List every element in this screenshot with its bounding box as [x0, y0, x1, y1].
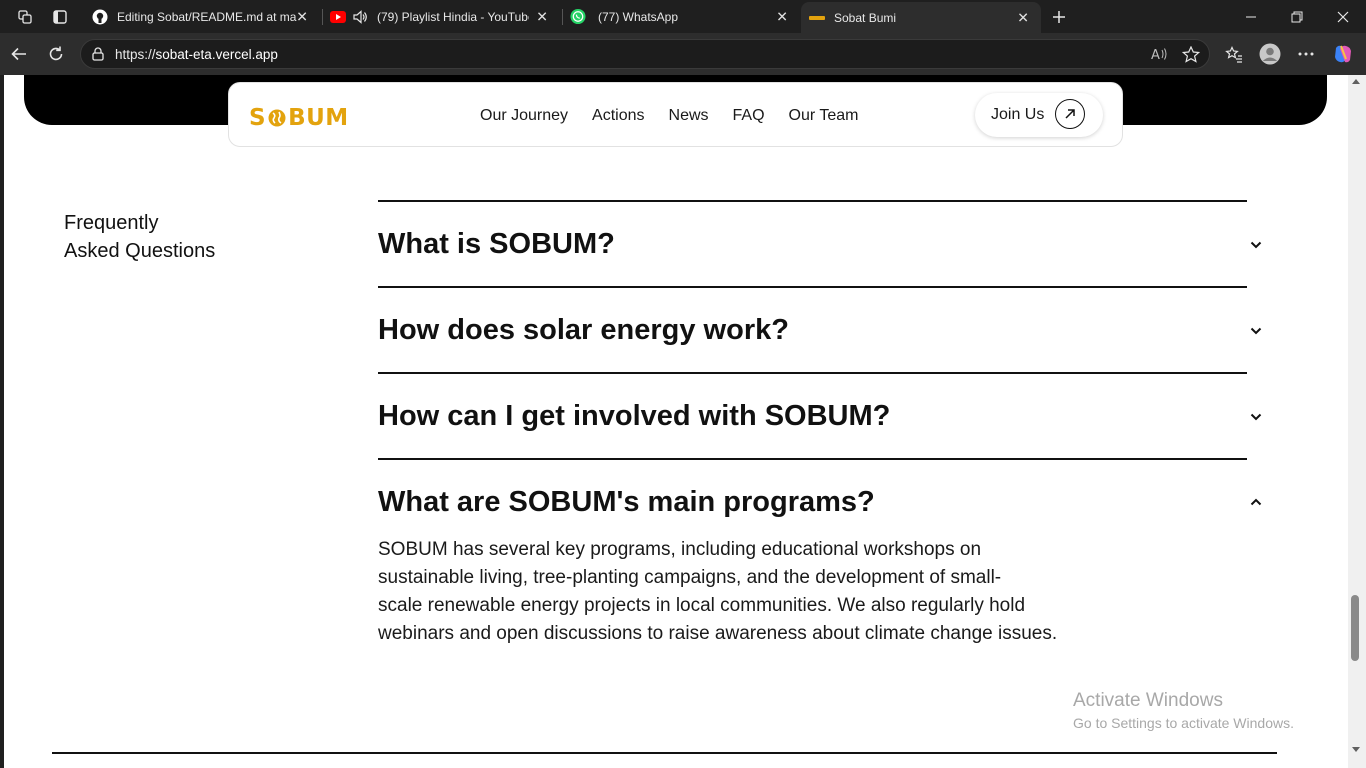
chevron-down-icon[interactable]: [1246, 321, 1266, 341]
workspaces-icon[interactable]: [8, 0, 42, 33]
address-bar[interactable]: https://sobat-eta.vercel.app A: [80, 39, 1210, 69]
nav-faq[interactable]: FAQ: [733, 106, 765, 126]
sobum-logo[interactable]: S BUM: [249, 105, 349, 131]
nav-our-team[interactable]: Our Team: [789, 106, 859, 126]
sobum-favicon: [809, 10, 825, 26]
close-icon[interactable]: ✕: [1017, 9, 1029, 26]
url-host: sobat-eta.vercel.app: [155, 47, 278, 62]
close-window-button[interactable]: [1320, 0, 1366, 33]
browser-toolbar: https://sobat-eta.vercel.app A: [0, 33, 1366, 75]
faq-heading-line1: Frequently: [64, 212, 159, 234]
tab-title: (77) WhatsApp: [598, 9, 679, 24]
favorites-icon[interactable]: [1217, 33, 1251, 75]
close-icon[interactable]: ✕: [536, 8, 548, 25]
chevron-down-icon[interactable]: [1246, 407, 1266, 427]
watermark-title: Activate Windows: [1073, 690, 1223, 711]
site-info-icon[interactable]: [90, 46, 106, 67]
close-icon[interactable]: ✕: [296, 8, 308, 25]
tab-actions-icon[interactable]: [43, 0, 77, 33]
faq-question: How can I get involved with SOBUM?: [378, 400, 891, 432]
scroll-down-arrow[interactable]: [1352, 747, 1360, 752]
more-options-icon[interactable]: [1289, 33, 1323, 75]
faq-heading: Frequently Asked Questions: [64, 209, 284, 265]
join-us-label: Join Us: [991, 106, 1045, 123]
speaker-icon[interactable]: [352, 9, 368, 25]
site-navbar: S BUM Our Journey Actions News FAQ Our T…: [228, 82, 1123, 147]
tab-separator: [562, 9, 563, 25]
logo-letters: BUM: [288, 105, 349, 131]
url-scheme: https://: [115, 47, 156, 62]
minimize-button[interactable]: [1228, 0, 1274, 33]
github-icon: [92, 9, 108, 25]
refresh-icon[interactable]: [39, 33, 73, 75]
scroll-up-arrow[interactable]: [1352, 79, 1360, 84]
scrollbar-thumb[interactable]: [1351, 595, 1359, 661]
close-icon[interactable]: ✕: [776, 8, 788, 25]
faq-question: What are SOBUM's main programs?: [378, 486, 875, 518]
copilot-icon[interactable]: [1326, 33, 1360, 75]
tab-title: Editing Sobat/README.md at ma: [117, 9, 297, 24]
scrollbar-track[interactable]: [1348, 75, 1366, 768]
faq-answer-line: scale renewable energy projects in local…: [378, 595, 1026, 616]
logo-letter: S: [249, 105, 267, 131]
faq-question: How does solar energy work?: [378, 314, 789, 346]
read-aloud-icon[interactable]: A: [1151, 46, 1169, 67]
faq-item[interactable]: How can I get involved with SOBUM?: [378, 374, 1262, 458]
tab-title: Sobat Bumi: [834, 10, 897, 25]
faq-answer: SOBUM has several key programs, includin…: [378, 536, 1123, 648]
youtube-icon: [330, 9, 346, 25]
logo-wordmark: S BUM: [249, 105, 349, 131]
join-us-button[interactable]: Join Us: [975, 93, 1103, 137]
whatsapp-icon: [570, 8, 586, 25]
watermark-subtitle: Go to Settings to activate Windows.: [1073, 715, 1294, 731]
nav-news[interactable]: News: [669, 106, 709, 126]
tab-bar: Editing Sobat/README.md at ma ✕ (79) Pla…: [0, 0, 1366, 33]
chevron-up-icon[interactable]: [1246, 492, 1266, 512]
faq-item-expanded[interactable]: What are SOBUM's main programs? SOBUM ha…: [378, 460, 1262, 660]
chevron-down-icon[interactable]: [1246, 235, 1266, 255]
svg-text:A: A: [1151, 48, 1160, 62]
tab-github[interactable]: Editing Sobat/README.md at ma ✕: [84, 0, 320, 33]
section-divider: [52, 752, 1277, 754]
back-icon[interactable]: [2, 33, 36, 75]
tab-whatsapp[interactable]: (77) WhatsApp ✕: [566, 0, 800, 33]
faq-question: What is SOBUM?: [378, 228, 615, 260]
activate-windows-watermark: Activate Windows Go to Settings to activ…: [1073, 689, 1294, 733]
new-tab-icon[interactable]: [1042, 0, 1076, 33]
faq-item[interactable]: How does solar energy work?: [378, 288, 1262, 372]
globe-icon: [267, 108, 287, 128]
restore-button[interactable]: [1274, 0, 1320, 33]
page-viewport: S BUM Our Journey Actions News FAQ Our T…: [4, 75, 1348, 768]
arrow-up-right-icon: [1055, 99, 1085, 129]
nav-actions[interactable]: Actions: [592, 106, 644, 126]
faq-answer-line: webinars and open discussions to raise a…: [378, 623, 1058, 644]
nav-our-journey[interactable]: Our Journey: [480, 106, 568, 126]
tab-separator: [322, 9, 323, 25]
favorite-star-icon[interactable]: [1181, 45, 1201, 68]
faq-answer-line: sustainable living, tree-planting campai…: [378, 567, 1002, 588]
faq-heading-line2: Asked Questions: [64, 240, 216, 262]
faq-answer-line: SOBUM has several key programs, includin…: [378, 539, 982, 560]
tab-youtube[interactable]: (79) Playlist Hindia - YouTube ✕: [326, 0, 560, 33]
url-text: https://sobat-eta.vercel.app: [115, 47, 278, 62]
tab-title: (79) Playlist Hindia - YouTube: [377, 9, 529, 24]
profile-avatar[interactable]: [1253, 33, 1287, 75]
nav-links: Our Journey Actions News FAQ Our Team: [480, 106, 883, 126]
tab-sobat-bumi[interactable]: Sobat Bumi ✕: [801, 2, 1041, 33]
faq-item[interactable]: What is SOBUM?: [378, 202, 1262, 286]
